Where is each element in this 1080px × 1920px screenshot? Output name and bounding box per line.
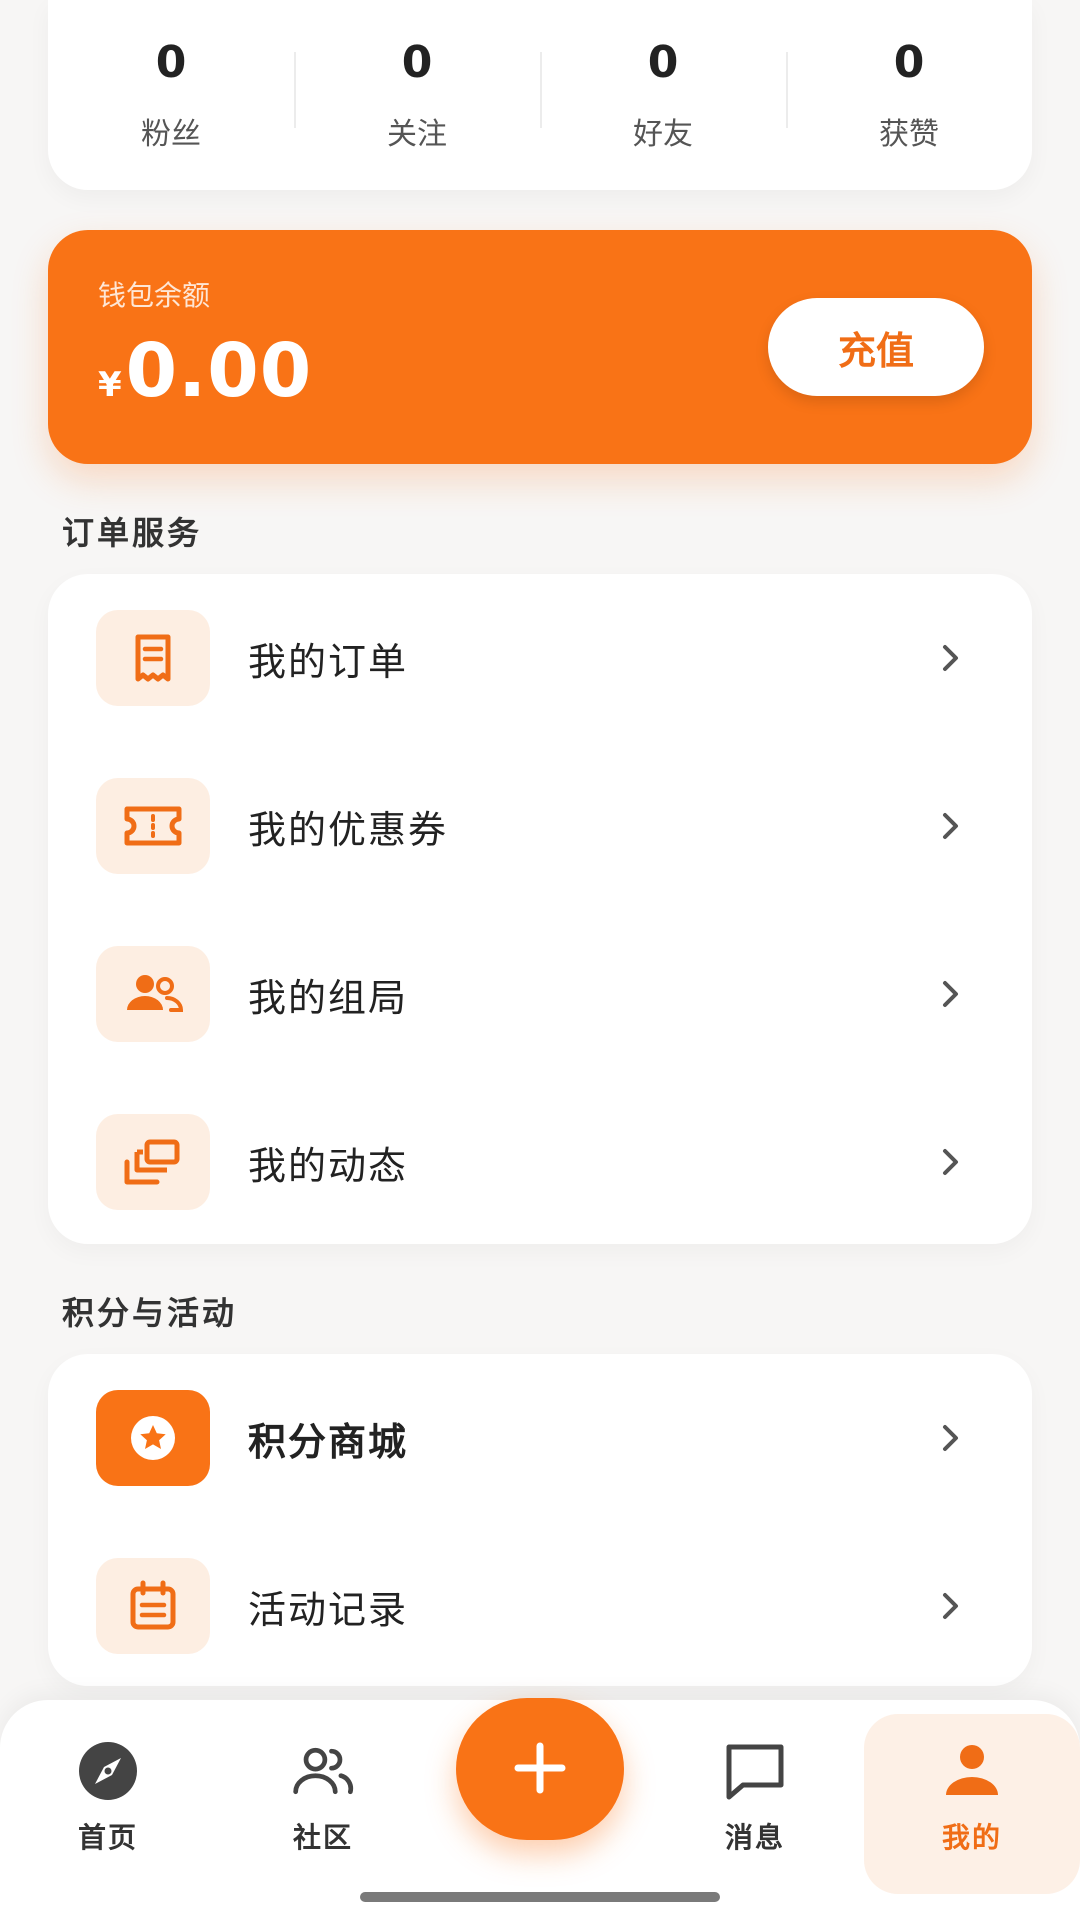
chevron-right-icon [936,643,966,673]
nav-label: 首页 [77,1821,138,1854]
menu-label: 活动记录 [248,1587,409,1632]
user-icon [939,1738,1005,1804]
menu-item-activity-records[interactable]: 活动记录 [48,1522,1032,1690]
group-icon [96,946,210,1042]
receipt-icon [96,610,210,706]
stat-value: 0 [401,37,433,88]
order-services-card: 我的订单 我的优惠券 我的组局 我的动态 [48,574,1032,1244]
nav-item-messages[interactable]: 消息 [680,1738,830,1858]
community-icon [290,1738,356,1804]
menu-item-my-groups[interactable]: 我的组局 [48,910,1032,1078]
moments-icon [96,1114,210,1210]
stat-likes[interactable]: 0 获赞 [786,0,1032,190]
message-icon [722,1738,788,1804]
stat-friends[interactable]: 0 好友 [540,0,786,190]
create-post-button[interactable] [456,1698,624,1840]
chevron-right-icon [936,1423,966,1453]
menu-label: 我的订单 [248,639,409,684]
calendar-icon [96,1558,210,1654]
stat-value: 0 [647,37,679,88]
nav-label: 我的 [941,1821,1002,1854]
compass-icon [75,1738,141,1804]
nav-label: 消息 [724,1821,785,1854]
menu-item-points-mall[interactable]: 积分商城 [48,1354,1032,1522]
section-title-orders: 订单服务 [62,514,203,552]
wallet-label: 钱包余额 [98,279,211,312]
home-indicator [360,1892,720,1902]
stat-label: 关注 [387,117,447,152]
menu-item-my-moments[interactable]: 我的动态 [48,1078,1032,1246]
stat-value: 0 [155,37,187,88]
currency-symbol: ¥ [98,365,122,405]
wallet-card: 钱包余额 ¥ 0.00 充值 [48,230,1032,464]
stat-fans[interactable]: 0 粉丝 [48,0,294,190]
recharge-button[interactable]: 充值 [768,298,984,396]
section-title-points: 积分与活动 [62,1294,238,1332]
nav-label: 社区 [292,1821,353,1854]
plus-icon [510,1738,570,1801]
nav-item-me[interactable]: 我的 [897,1738,1047,1858]
stats-card: 0 粉丝 0 关注 0 好友 0 获赞 [48,0,1032,190]
menu-item-my-coupons[interactable]: 我的优惠券 [48,742,1032,910]
nav-item-home[interactable]: 首页 [33,1738,183,1858]
menu-label: 积分商城 [248,1419,409,1464]
stat-label: 获赞 [879,117,939,152]
chevron-right-icon [936,979,966,1009]
ticket-icon [96,778,210,874]
star-badge-icon [96,1390,210,1486]
wallet-amount: 0.00 [125,328,313,414]
nav-item-community[interactable]: 社区 [248,1738,398,1858]
chevron-right-icon [936,811,966,841]
points-activities-card: 积分商城 活动记录 [48,1354,1032,1686]
stat-label: 粉丝 [141,117,201,152]
bottom-nav: 首页 社区 消息 我的 [0,1698,1080,1920]
menu-label: 我的组局 [248,975,409,1020]
chevron-right-icon [936,1591,966,1621]
stat-label: 好友 [633,117,693,152]
stat-following[interactable]: 0 关注 [294,0,540,190]
menu-item-my-orders[interactable]: 我的订单 [48,574,1032,742]
wallet-balance: ¥ 0.00 [98,334,312,408]
menu-label: 我的动态 [248,1143,409,1188]
stat-value: 0 [893,37,925,88]
menu-label: 我的优惠券 [248,807,449,852]
chevron-right-icon [936,1147,966,1177]
